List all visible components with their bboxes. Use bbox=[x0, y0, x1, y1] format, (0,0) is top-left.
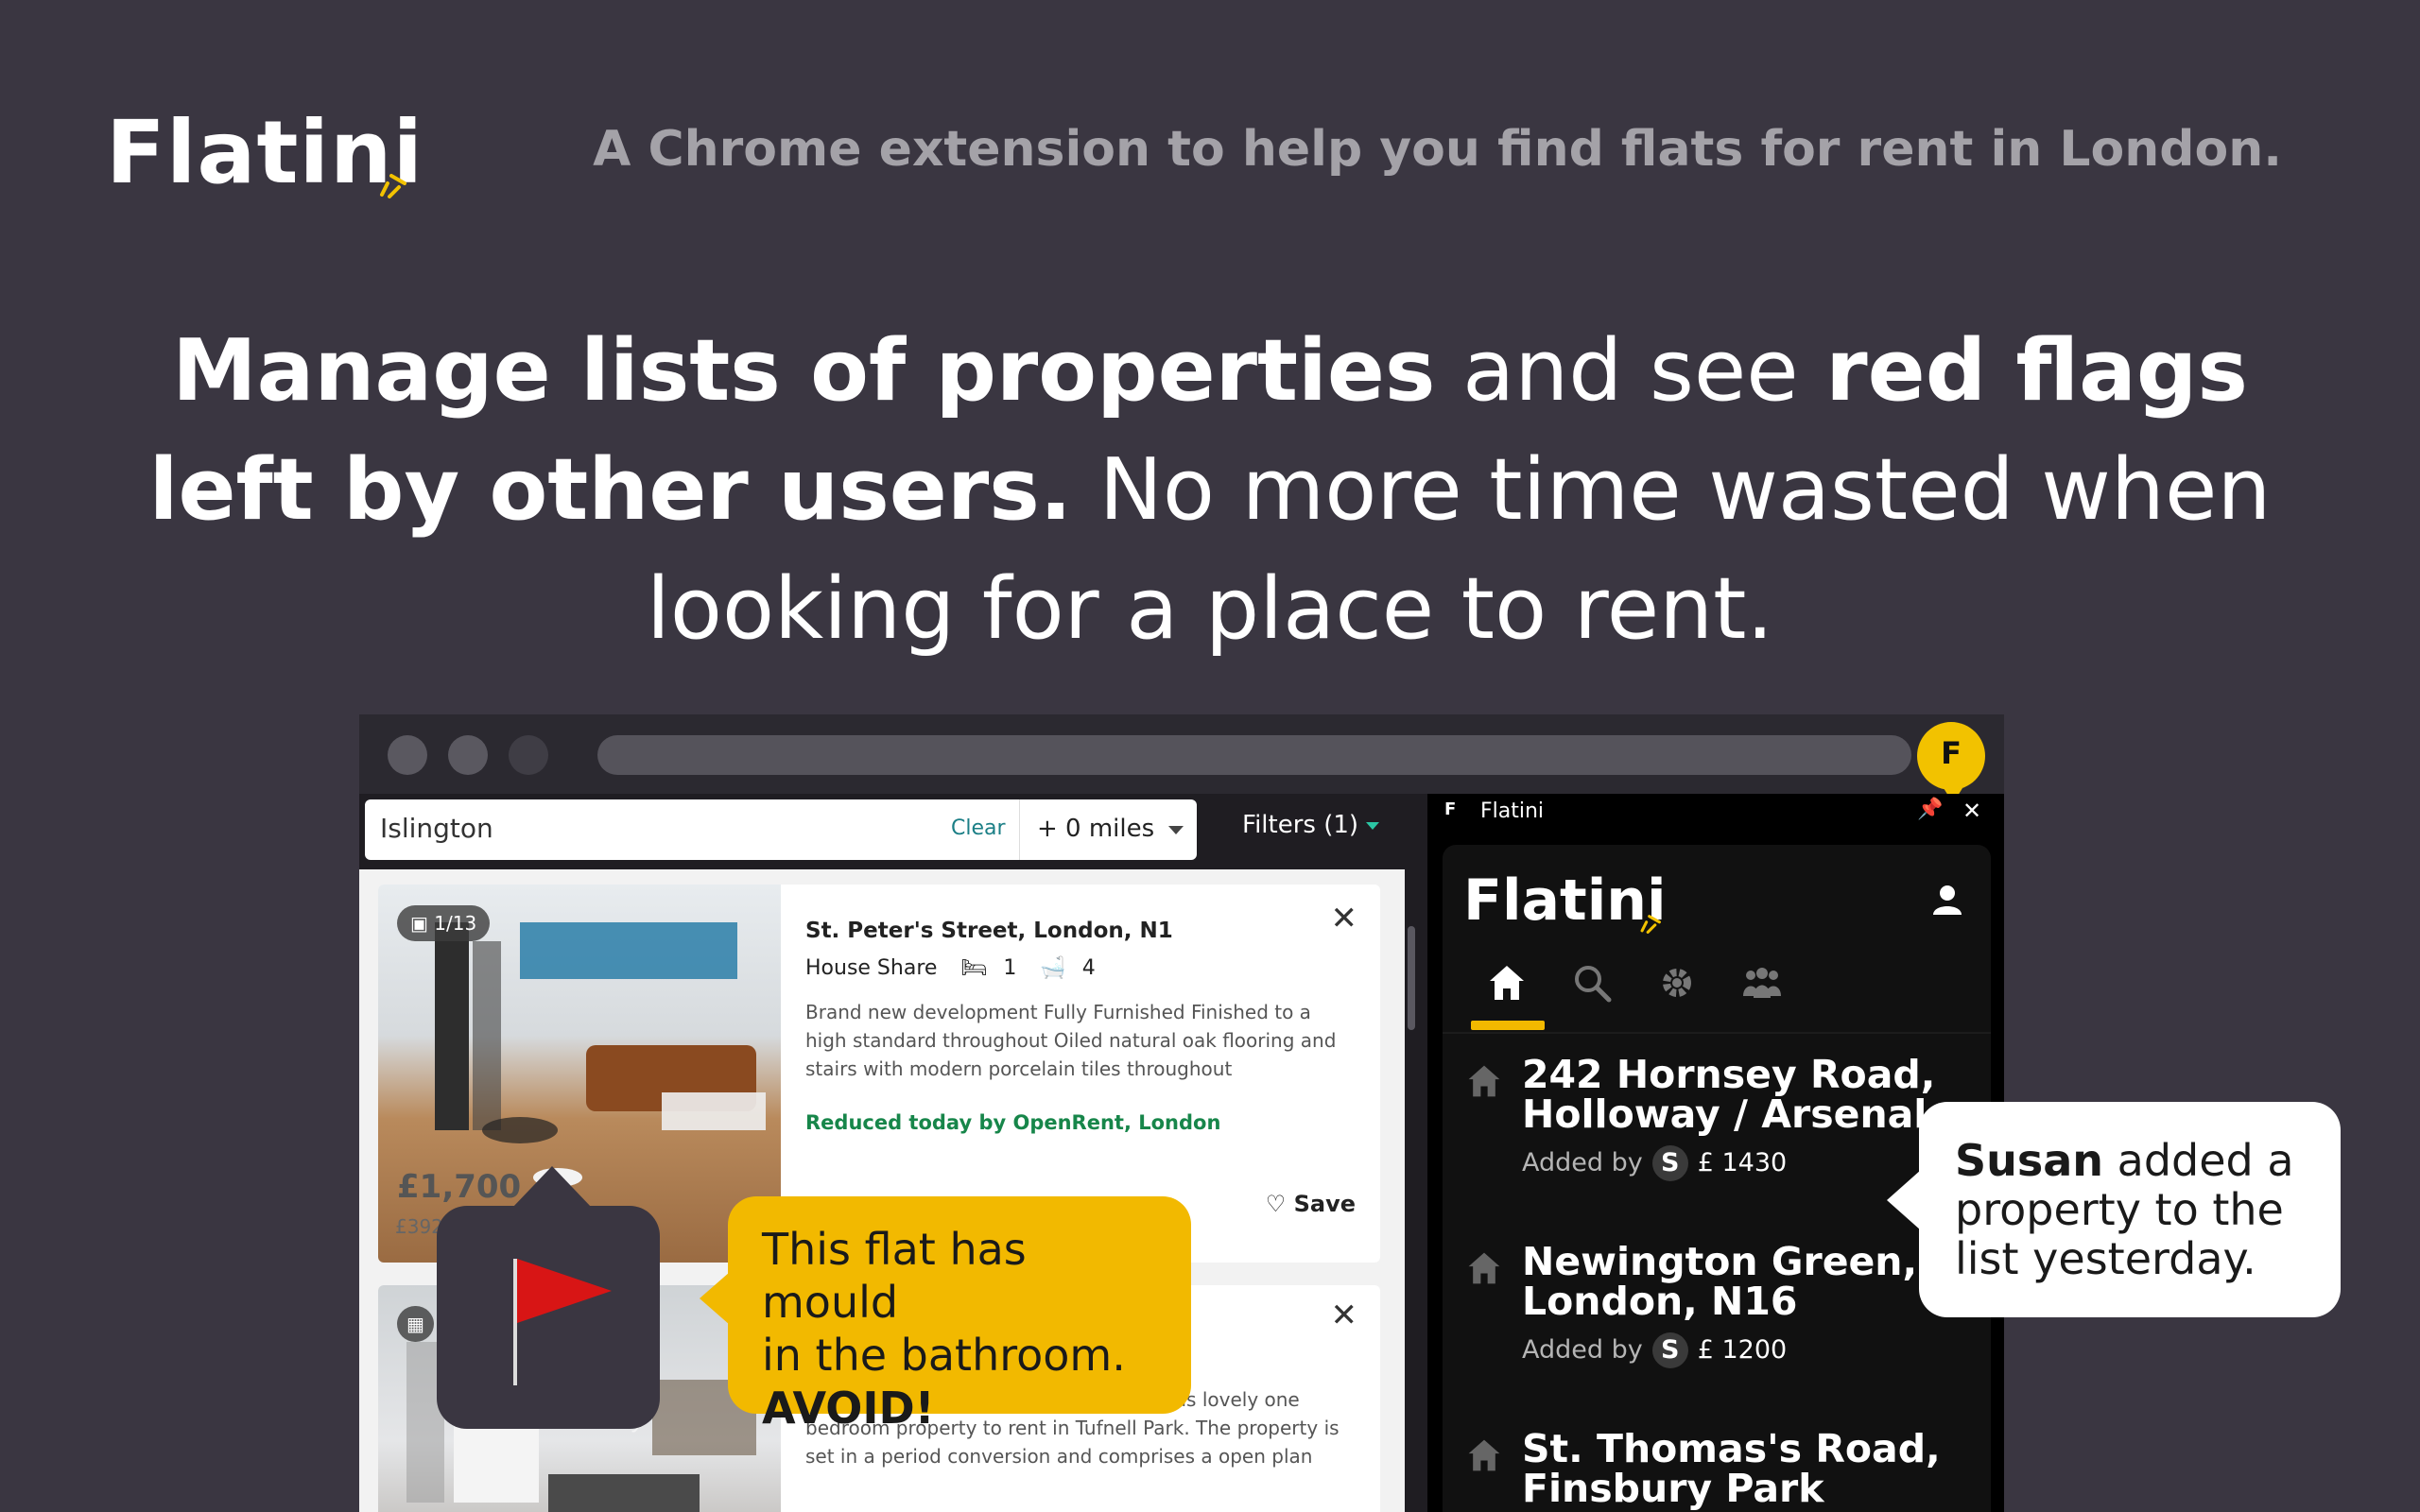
side-panel-header: F Flatini 📌 ✕ bbox=[1427, 794, 2004, 833]
property-item[interactable]: St. Thomas's Road, Finsbury Park bbox=[1443, 1429, 1991, 1512]
heart-icon: ♡ bbox=[1265, 1191, 1294, 1217]
headline-bold-3: left by other users. bbox=[148, 440, 1072, 540]
avatar: S bbox=[1651, 1332, 1688, 1368]
avatar: S bbox=[1651, 1145, 1688, 1181]
property-line2: Holloway / Arsenal bbox=[1522, 1091, 1927, 1137]
callout-line: added a bbox=[2103, 1135, 2294, 1186]
home-icon[interactable] bbox=[1486, 962, 1528, 1004]
property-meta: Added by S £ 1200 bbox=[1522, 1332, 1787, 1368]
photo-count-badge: ▣ 1/13 bbox=[397, 905, 491, 941]
listing-type: House Share bbox=[805, 956, 938, 980]
home-icon bbox=[1468, 1065, 1500, 1097]
callout-line: AVOID! bbox=[762, 1383, 935, 1434]
search-box: Islington Clear + 0 miles bbox=[365, 799, 1197, 860]
window-close-dot[interactable] bbox=[388, 735, 427, 775]
close-icon[interactable]: ✕ bbox=[1962, 798, 1981, 824]
headline-regular-3: looking for a place to rent. bbox=[646, 559, 1774, 659]
headline-bold-1: Manage lists of properties bbox=[172, 321, 1436, 421]
headline-regular-2: No more time wasted when bbox=[1071, 440, 2272, 540]
panel-header-title: Flatini bbox=[1480, 799, 1545, 823]
close-icon[interactable]: ✕ bbox=[1331, 1297, 1358, 1334]
bed-count: 1 bbox=[1003, 956, 1017, 980]
miles-value: + 0 miles bbox=[1037, 815, 1155, 843]
property-meta: Added by S £ 1430 bbox=[1522, 1145, 1787, 1181]
callout-line: list yesterday. bbox=[1955, 1233, 2256, 1284]
added-by-label: Added by bbox=[1522, 1335, 1643, 1365]
window-maximize-dot[interactable] bbox=[509, 735, 548, 775]
listing-title[interactable]: St. Peter's Street, London, N1 bbox=[805, 919, 1173, 943]
panel-logo: Flatini bbox=[1463, 868, 1667, 934]
miles-dropdown[interactable]: + 0 miles bbox=[1019, 799, 1197, 860]
bath-icon: 🛁 bbox=[1040, 956, 1066, 980]
logo-text: Flatini bbox=[106, 102, 424, 203]
reduced-notice: Reduced today by OpenRent, London bbox=[805, 1111, 1221, 1134]
property-title: St. Thomas's Road, Finsbury Park bbox=[1522, 1429, 1966, 1508]
photo-count: 1/13 bbox=[434, 912, 477, 935]
home-icon bbox=[1468, 1439, 1500, 1471]
flatini-logo: Flatini bbox=[106, 102, 424, 203]
sparkle-icon bbox=[380, 174, 406, 198]
scrollbar-thumb[interactable] bbox=[1408, 926, 1415, 1030]
search-bar-row: Islington Clear + 0 miles Filters (1) bbox=[359, 794, 1405, 869]
address-bar[interactable] bbox=[597, 735, 1911, 775]
callout-user-name: Susan bbox=[1955, 1135, 2104, 1186]
floorplan-icon: ▦ bbox=[406, 1313, 424, 1335]
browser-toolbar: F bbox=[359, 714, 2004, 803]
panel-favicon: F bbox=[1444, 799, 1457, 819]
clear-button[interactable]: Clear bbox=[951, 816, 1006, 840]
filters-button[interactable]: Filters (1) bbox=[1242, 811, 1380, 839]
save-button[interactable]: ♡ Save bbox=[1266, 1191, 1356, 1217]
camera-icon: ▣ bbox=[410, 912, 435, 935]
red-flag-icon bbox=[517, 1259, 612, 1323]
property-title: 242 Hornsey Road, Holloway / Arsenal bbox=[1522, 1055, 1966, 1134]
property-line1: Newington Green, bbox=[1522, 1239, 1918, 1284]
save-label: Save bbox=[1293, 1191, 1356, 1217]
bath-count: 4 bbox=[1081, 956, 1096, 980]
search-icon[interactable] bbox=[1571, 962, 1613, 1004]
flatini-side-panel: F Flatini 📌 ✕ Flatini 242 Hornsey Road, … bbox=[1427, 794, 2004, 1512]
location-input[interactable]: Islington bbox=[380, 813, 493, 844]
active-tab-indicator bbox=[1471, 1021, 1545, 1030]
property-line1: 242 Hornsey Road, bbox=[1522, 1052, 1936, 1097]
added-by-label: Added by bbox=[1522, 1148, 1643, 1177]
callout-line: This flat has mould bbox=[762, 1224, 1027, 1328]
floorplan-badge: ▦ bbox=[397, 1306, 434, 1342]
sparkle-icon bbox=[1640, 915, 1661, 934]
property-price: £ 1200 bbox=[1697, 1335, 1788, 1365]
activity-callout: Susan added a property to the list yeste… bbox=[1887, 1102, 2341, 1317]
home-icon bbox=[1468, 1252, 1500, 1284]
property-line1: St. Thomas's Road, bbox=[1522, 1426, 1941, 1471]
pin-icon[interactable]: 📌 bbox=[1917, 798, 1943, 821]
page-scrollbar[interactable] bbox=[1405, 794, 1418, 1512]
user-icon[interactable] bbox=[1930, 883, 1964, 917]
bed-icon: 🛏 bbox=[960, 956, 988, 980]
filters-label: Filters (1) bbox=[1242, 811, 1359, 839]
tagline: A Chrome extension to help you find flat… bbox=[593, 121, 2282, 178]
property-item[interactable]: Newington Green, London, N16 Added by S £ … bbox=[1443, 1242, 1991, 1393]
callout-line: property to the bbox=[1955, 1184, 2284, 1235]
red-flag-callout: This flat has mould in the bathroom. AVO… bbox=[700, 1196, 1191, 1434]
listing-meta: House Share 🛏 1 🛁 4 bbox=[805, 956, 1096, 980]
group-icon[interactable] bbox=[1741, 962, 1783, 1004]
gear-icon[interactable] bbox=[1656, 962, 1698, 1004]
chevron-down-icon bbox=[1168, 826, 1184, 834]
listing-description: Brand new development Fully Furnished Fi… bbox=[805, 1001, 1337, 1080]
property-price: £ 1430 bbox=[1697, 1148, 1788, 1177]
tab-divider bbox=[1443, 1032, 1991, 1034]
window-minimize-dot[interactable] bbox=[448, 735, 488, 775]
listing-price: £1,700 bbox=[397, 1168, 522, 1206]
extension-badge-letter: F bbox=[1941, 735, 1962, 771]
callout-line: in the bathroom. bbox=[762, 1330, 1126, 1381]
property-line2: Finsbury Park bbox=[1522, 1466, 1824, 1511]
flatini-extension-button[interactable]: F bbox=[1917, 722, 1985, 803]
chevron-down-icon bbox=[1366, 821, 1380, 830]
headline-regular-1: and see bbox=[1435, 321, 1826, 421]
red-flag-tooltip[interactable] bbox=[437, 1166, 660, 1429]
close-icon[interactable]: ✕ bbox=[1331, 900, 1358, 937]
headline: Manage lists of properties and see red f… bbox=[113, 312, 2307, 669]
panel-logo-text: Flatini bbox=[1463, 868, 1667, 934]
headline-bold-2: red flags bbox=[1825, 321, 2248, 421]
property-title: Newington Green, London, N16 bbox=[1522, 1242, 1966, 1321]
property-line2: London, N16 bbox=[1522, 1279, 1798, 1324]
